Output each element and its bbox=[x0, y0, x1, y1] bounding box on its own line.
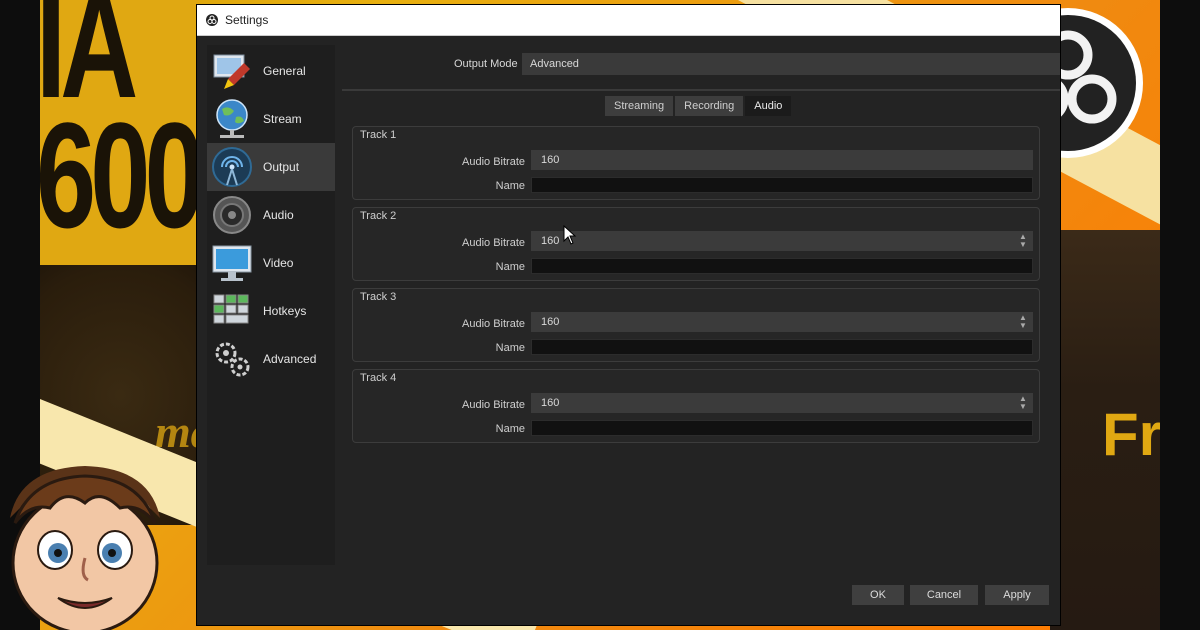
sidebar-item-label: Output bbox=[263, 160, 300, 174]
stream-globe-icon bbox=[216, 99, 248, 138]
output-antenna-icon bbox=[212, 147, 252, 187]
track-group-4: Track 4 Audio Bitrate 160 ▲ ▼ Name bbox=[352, 369, 1040, 443]
sidebar-item-label: Audio bbox=[263, 208, 294, 222]
sidebar-item-audio[interactable]: Audio bbox=[207, 191, 335, 239]
bitrate-value: 160 bbox=[541, 154, 560, 166]
settings-sidebar: General Stream Output Audio Video Hotkey… bbox=[207, 45, 335, 565]
name-label: Name bbox=[495, 261, 525, 273]
monitor-icon bbox=[212, 245, 252, 281]
track-title: Track 4 bbox=[360, 372, 397, 384]
ok-button[interactable]: OK bbox=[852, 585, 904, 605]
right-letterbox bbox=[1160, 0, 1200, 630]
track-group-1: Track 1 Audio Bitrate 160 Name bbox=[352, 126, 1040, 200]
audio-bitrate-label: Audio Bitrate bbox=[462, 156, 525, 168]
window-title: Settings bbox=[225, 13, 269, 27]
tab-audio[interactable]: Audio bbox=[745, 96, 792, 116]
output-mode-select[interactable]: Advanced bbox=[522, 53, 1060, 75]
track-name-input[interactable] bbox=[531, 177, 1033, 193]
track-name-input[interactable] bbox=[531, 420, 1033, 436]
title-bar[interactable]: Settings bbox=[197, 5, 1060, 36]
bitrate-value: 160 bbox=[541, 235, 560, 247]
sidebar-item-label: Hotkeys bbox=[263, 304, 307, 318]
audio-bitrate-label: Audio Bitrate bbox=[462, 318, 525, 330]
background-big-text: IA 600 bbox=[40, 0, 205, 259]
output-mode-label: Output Mode bbox=[454, 58, 518, 70]
tab-recording[interactable]: Recording bbox=[675, 96, 744, 116]
tab-streaming[interactable]: Streaming bbox=[605, 96, 674, 116]
audio-bitrate-label: Audio Bitrate bbox=[462, 237, 525, 249]
sidebar-item-output[interactable]: Output bbox=[207, 143, 335, 191]
name-label: Name bbox=[495, 342, 525, 354]
sidebar-item-label: Video bbox=[263, 256, 294, 270]
obs-app-icon bbox=[206, 14, 218, 26]
avatar-face-icon bbox=[10, 466, 160, 630]
divider bbox=[342, 89, 1060, 91]
speaker-icon bbox=[213, 196, 251, 234]
spinner-arrows-icon[interactable]: ▲ ▼ bbox=[1015, 233, 1031, 249]
track-title: Track 2 bbox=[360, 210, 397, 222]
audio-bitrate-select[interactable]: 160 ▲ ▼ bbox=[531, 312, 1033, 332]
track-group-2: Track 2 Audio Bitrate 160 ▲ ▼ Name bbox=[352, 207, 1040, 281]
audio-bitrate-select[interactable]: 160 ▲ ▼ bbox=[531, 231, 1033, 251]
name-label: Name bbox=[495, 423, 525, 435]
sidebar-item-video[interactable]: Video bbox=[207, 239, 335, 287]
bitrate-value: 160 bbox=[541, 316, 560, 328]
apply-button[interactable]: Apply bbox=[985, 585, 1049, 605]
spinner-arrows-icon[interactable]: ▲ ▼ bbox=[1015, 314, 1031, 330]
track-title: Track 1 bbox=[360, 129, 397, 141]
sidebar-item-stream[interactable]: Stream bbox=[207, 95, 335, 143]
sidebar-item-general[interactable]: General bbox=[207, 47, 335, 95]
sidebar-item-label: Advanced bbox=[263, 352, 317, 366]
background-right-text: Fr bbox=[1102, 401, 1160, 468]
track-title: Track 3 bbox=[360, 291, 397, 303]
settings-window: Settings General Stream Output Audio Vid… bbox=[197, 5, 1060, 625]
audio-bitrate-label: Audio Bitrate bbox=[462, 399, 525, 411]
sidebar-item-label: General bbox=[263, 64, 306, 78]
name-label: Name bbox=[495, 180, 525, 192]
sidebar-item-label: Stream bbox=[263, 112, 302, 126]
track-name-input[interactable] bbox=[531, 258, 1033, 274]
track-name-input[interactable] bbox=[531, 339, 1033, 355]
general-icon bbox=[213, 54, 250, 89]
mouse-cursor-icon bbox=[563, 225, 577, 245]
output-tabs: Streaming Recording Audio bbox=[605, 96, 793, 116]
output-settings-panel: Output Mode Advanced Streaming Recording… bbox=[342, 45, 1060, 593]
keyboard-icon bbox=[213, 294, 249, 324]
bitrate-value: 160 bbox=[541, 397, 560, 409]
sidebar-item-advanced[interactable]: Advanced bbox=[207, 335, 335, 383]
audio-bitrate-select[interactable]: 160 bbox=[531, 150, 1033, 170]
audio-bitrate-select[interactable]: 160 ▲ ▼ bbox=[531, 393, 1033, 413]
spinner-arrows-icon[interactable]: ▲ ▼ bbox=[1015, 395, 1031, 411]
cancel-button[interactable]: Cancel bbox=[910, 585, 978, 605]
gears-icon bbox=[215, 342, 250, 377]
sidebar-item-hotkeys[interactable]: Hotkeys bbox=[207, 287, 335, 335]
track-group-3: Track 3 Audio Bitrate 160 ▲ ▼ Name bbox=[352, 288, 1040, 362]
